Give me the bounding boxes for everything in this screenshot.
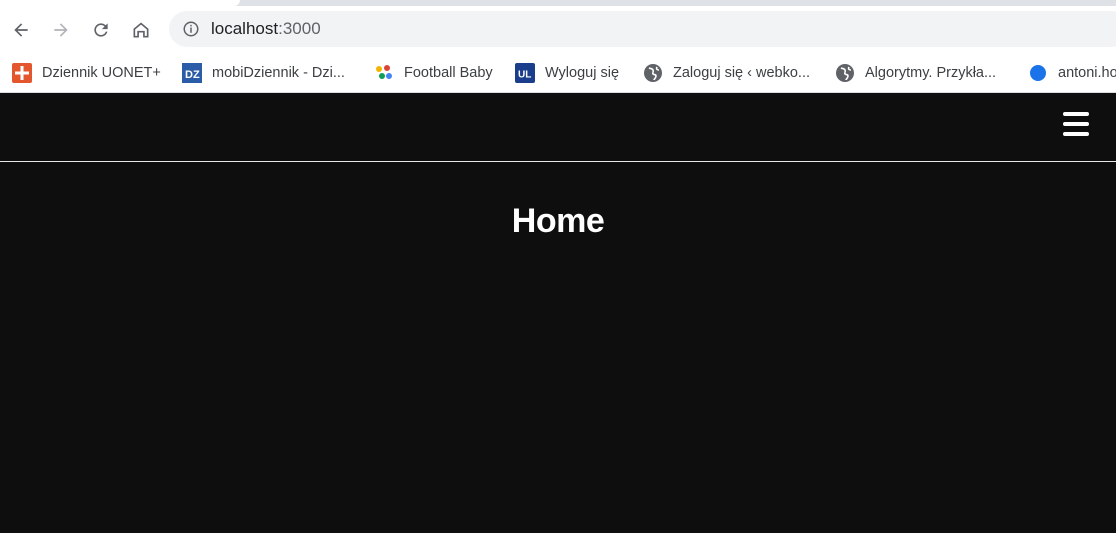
- bookmark-label: Dziennik UONET+: [42, 65, 161, 81]
- home-icon: [133, 22, 149, 38]
- bookmark-label: antoni.ho: [1058, 65, 1116, 81]
- bookmark-mobidziennik[interactable]: DZ mobiDziennik - Dzi...: [176, 59, 351, 87]
- home-button[interactable]: [125, 14, 157, 46]
- address-bar[interactable]: localhost:3000: [169, 11, 1116, 47]
- mobidziennik-icon: DZ: [182, 63, 202, 83]
- bookmark-label: Zaloguj się ‹ webko...: [673, 65, 811, 81]
- page-title: Home: [511, 202, 605, 240]
- browser-toolbar: localhost:3000: [0, 0, 1116, 55]
- url-port: :3000: [278, 19, 321, 38]
- bookmark-label: mobiDziennik - Dzi...: [212, 65, 345, 81]
- bookmark-zaloguj[interactable]: Zaloguj się ‹ webko...: [637, 59, 816, 87]
- page-viewport: Home: [0, 94, 1116, 533]
- url-text: localhost:3000: [211, 19, 321, 39]
- back-button[interactable]: [5, 14, 37, 46]
- bookmark-algorytmy[interactable]: Algorytmy. Przykła...: [829, 59, 1002, 87]
- globe-icon: [835, 63, 855, 83]
- bookmarks-bar: Dziennik UONET+ DZ mobiDziennik - Dzi...…: [0, 55, 1116, 93]
- forward-button[interactable]: [45, 14, 77, 46]
- bookmark-wyloguj[interactable]: UL Wyloguj się: [509, 59, 625, 87]
- ul-icon: UL: [515, 63, 535, 83]
- svg-text:UL: UL: [518, 70, 531, 81]
- reload-button[interactable]: [85, 14, 117, 46]
- blue-dot-icon: [1028, 63, 1048, 83]
- url-host: localhost: [211, 19, 279, 38]
- bookmark-label: Football Baby: [404, 65, 493, 81]
- hamburger-menu-icon[interactable]: [1060, 110, 1092, 140]
- back-arrow-icon: [14, 23, 28, 37]
- forward-arrow-icon: [54, 23, 68, 37]
- site-info-icon[interactable]: [181, 19, 201, 39]
- bookmark-label: Wyloguj się: [545, 65, 620, 81]
- active-tab[interactable]: [0, 0, 240, 6]
- bookmark-football-baby[interactable]: Football Baby: [368, 59, 499, 87]
- reload-icon: [94, 23, 108, 37]
- bookmark-antoni[interactable]: antoni.ho: [1022, 59, 1116, 87]
- svg-text:DZ: DZ: [185, 69, 200, 81]
- football-baby-icon: [374, 63, 394, 83]
- app-header: [0, 94, 1116, 162]
- bookmark-label: Algorytmy. Przykła...: [865, 65, 997, 81]
- uonet-icon: [12, 63, 32, 83]
- globe-icon: [643, 63, 663, 83]
- tab-strip: [0, 0, 1116, 6]
- bookmark-dziennik-uonet[interactable]: Dziennik UONET+: [6, 59, 167, 87]
